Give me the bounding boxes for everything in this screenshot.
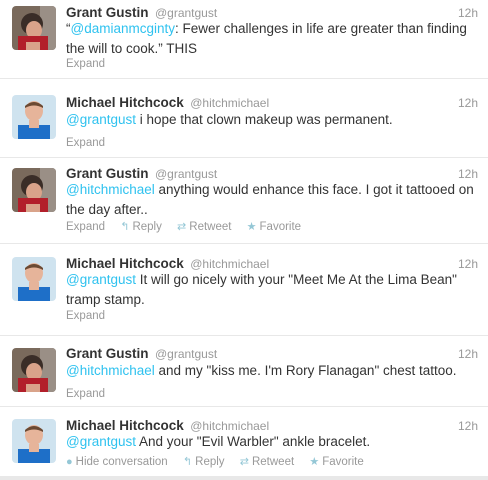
reply-button[interactable]: ↰ Reply bbox=[120, 219, 162, 235]
avatar-grant-gustin[interactable] bbox=[12, 6, 56, 50]
tweet-text: @hitchmichael and my "kiss me. I'm Rory … bbox=[66, 361, 476, 381]
author-handle[interactable]: @hitchmichael bbox=[190, 419, 269, 433]
tweet-actions: Expand bbox=[66, 56, 117, 72]
avatar-michael-hitchcock[interactable] bbox=[12, 95, 56, 139]
favorite-button[interactable]: ★ Favorite bbox=[309, 454, 363, 470]
favorite-label: Favorite bbox=[259, 221, 302, 233]
mention-link[interactable]: @hitchmichael bbox=[66, 182, 155, 197]
favorite-label: Favorite bbox=[322, 456, 364, 468]
retweet-button[interactable]: ⇄ Retweet bbox=[240, 454, 294, 470]
mention-link[interactable]: @damianmcginty bbox=[71, 21, 176, 36]
tweet-text: @grantgust It will go nicely with your "… bbox=[66, 270, 476, 310]
tweet-text: @grantgust i hope that clown makeup was … bbox=[66, 110, 476, 130]
author-name[interactable]: Michael Hitchcock bbox=[66, 95, 184, 110]
tweet[interactable]: Grant Gustin @grantgust 12h @hitchmichae… bbox=[0, 336, 488, 407]
tweet-text-body: and my "kiss me. I'm Rory Flanagan" ches… bbox=[154, 363, 457, 378]
favorite-button[interactable]: ★ Favorite bbox=[247, 219, 301, 235]
avatar-michael-hitchcock[interactable] bbox=[12, 419, 56, 463]
avatar-michael-hitchcock[interactable] bbox=[12, 257, 56, 301]
mention-link[interactable]: @grantgust bbox=[66, 272, 136, 287]
mention-link[interactable]: @hitchmichael bbox=[66, 363, 155, 378]
expand-link[interactable]: Expand bbox=[66, 219, 105, 235]
expand-link[interactable]: Expand bbox=[66, 135, 105, 151]
tweet[interactable]: Grant Gustin @grantgust 12h “@damianmcgi… bbox=[0, 0, 488, 79]
tweet-actions: Expand bbox=[66, 386, 117, 402]
author-handle[interactable]: @hitchmichael bbox=[190, 257, 269, 271]
hide-conversation-button[interactable]: ● Hide conversation bbox=[66, 454, 168, 470]
conversation-timeline: Grant Gustin @grantgust 12h “@damianmcgi… bbox=[0, 0, 488, 480]
author-name[interactable]: Michael Hitchcock bbox=[66, 256, 184, 271]
tweet-text-body: And your "Evil Warbler" ankle bracelet. bbox=[136, 434, 371, 449]
tweet-text: “@damianmcginty: Fewer challenges in lif… bbox=[66, 19, 476, 59]
mention-link[interactable]: @grantgust bbox=[66, 434, 136, 449]
author-handle[interactable]: @grantgust bbox=[155, 347, 217, 361]
timeline-bottom-border bbox=[0, 476, 488, 480]
tweet[interactable]: Michael Hitchcock @hitchmichael 12h @gra… bbox=[0, 244, 488, 336]
tweet-text-body: i hope that clown makeup was permanent. bbox=[136, 112, 393, 127]
hide-conversation-label: Hide conversation bbox=[75, 456, 168, 468]
retweet-icon: ⇄ bbox=[239, 456, 249, 468]
tweet-actions: Expand bbox=[66, 308, 117, 324]
author-name[interactable]: Michael Hitchcock bbox=[66, 418, 184, 433]
avatar-grant-gustin[interactable] bbox=[12, 348, 56, 392]
tweet-text: @hitchmichael anything would enhance thi… bbox=[66, 180, 476, 220]
reply-label: Reply bbox=[132, 221, 162, 233]
expand-link[interactable]: Expand bbox=[66, 308, 105, 324]
reply-label: Reply bbox=[195, 456, 225, 468]
retweet-button[interactable]: ⇄ Retweet bbox=[177, 219, 231, 235]
author-handle[interactable]: @grantgust bbox=[155, 167, 217, 181]
reply-arrow-icon: ↰ bbox=[120, 221, 130, 233]
expand-link[interactable]: Expand bbox=[66, 56, 105, 72]
tweet[interactable]: Grant Gustin @grantgust 12h @hitchmichae… bbox=[0, 158, 488, 244]
author-name[interactable]: Grant Gustin bbox=[66, 166, 149, 181]
tweet[interactable]: Michael Hitchcock @hitchmichael 12h @gra… bbox=[0, 79, 488, 158]
retweet-label: Retweet bbox=[251, 456, 295, 468]
retweet-label: Retweet bbox=[189, 221, 232, 233]
author-name[interactable]: Grant Gustin bbox=[66, 5, 149, 20]
author-handle[interactable]: @grantgust bbox=[155, 6, 217, 20]
mention-link[interactable]: @grantgust bbox=[66, 112, 136, 127]
author-name[interactable]: Grant Gustin bbox=[66, 346, 149, 361]
reply-button[interactable]: ↰ Reply bbox=[183, 454, 225, 470]
tweet-actions: Expand ↰ Reply ⇄ Retweet ★ Favorite bbox=[66, 219, 313, 235]
retweet-icon: ⇄ bbox=[177, 221, 187, 233]
star-icon: ★ bbox=[309, 456, 320, 468]
tweet-actions: Expand bbox=[66, 135, 117, 151]
tweet[interactable]: Michael Hitchcock @hitchmichael 12h @gra… bbox=[0, 407, 488, 476]
conversation-bubble-icon: ● bbox=[66, 456, 73, 468]
avatar-grant-gustin[interactable] bbox=[12, 168, 56, 212]
reply-arrow-icon: ↰ bbox=[182, 456, 193, 468]
expand-link[interactable]: Expand bbox=[66, 386, 105, 402]
tweet-text: @grantgust And your "Evil Warbler" ankle… bbox=[66, 432, 476, 452]
author-handle[interactable]: @hitchmichael bbox=[190, 96, 269, 110]
tweet-actions: ● Hide conversation ↰ Reply ⇄ Retweet ★ Favo… bbox=[66, 454, 376, 470]
star-icon: ★ bbox=[246, 221, 257, 233]
